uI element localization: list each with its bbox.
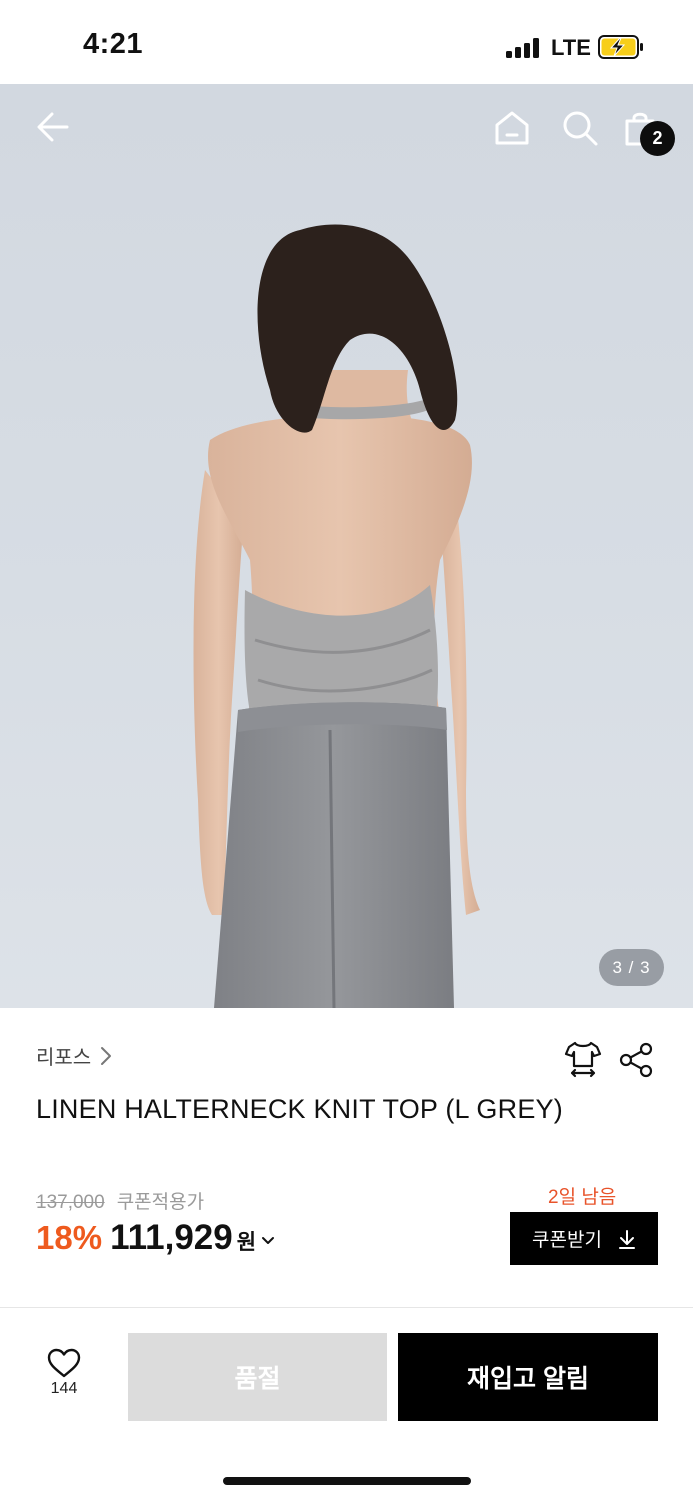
cell-signal-icon <box>506 38 540 58</box>
battery-charging-icon <box>598 35 643 59</box>
arrow-left-icon <box>37 112 69 142</box>
soldout-button: 품절 <box>128 1333 387 1421</box>
price-detail-toggle[interactable]: 18% 111,929 원 <box>36 1218 276 1258</box>
product-name: LINEN HALTERNECK KNIT TOP (L GREY) <box>36 1094 563 1124</box>
get-coupon-button[interactable]: 쿠폰받기 <box>510 1212 658 1265</box>
like-count: 144 <box>50 1380 78 1397</box>
get-coupon-label: 쿠폰받기 <box>532 1230 602 1251</box>
network-type: LTE <box>551 35 591 60</box>
search-icon <box>563 111 598 146</box>
page-indicator: 3 / 3 <box>599 949 664 986</box>
download-icon <box>618 1229 635 1249</box>
back-button[interactable] <box>30 104 76 150</box>
sale-price: 111,929 <box>110 1218 233 1257</box>
product-photo <box>193 224 480 1008</box>
home-indicator <box>223 1477 471 1485</box>
status-time: 4:21 <box>83 28 144 60</box>
restock-alert-button[interactable]: 재입고 알림 <box>398 1333 658 1421</box>
currency-unit: 원 <box>236 1231 257 1254</box>
status-bar: 4:21 LTE <box>0 0 693 84</box>
original-price: 137,000 <box>36 1192 105 1213</box>
cart-count-badge: 2 <box>640 121 675 156</box>
product-image-gallery[interactable]: 3 / 3 <box>0 84 693 1008</box>
search-button[interactable] <box>558 106 602 150</box>
brand-name: 리포스 <box>36 1047 92 1069</box>
chevron-down-icon <box>262 1237 275 1244</box>
like-button[interactable]: 144 <box>36 1348 92 1398</box>
share-icon[interactable] <box>618 1041 656 1079</box>
original-price-row: 137,000 쿠폰적용가 <box>36 1187 204 1214</box>
coupon-price-label: 쿠폰적용가 <box>116 1192 205 1213</box>
soldout-label: 품절 <box>234 1365 281 1393</box>
brand-link[interactable]: 리포스 <box>36 1041 115 1070</box>
heart-icon <box>47 1348 81 1378</box>
tshirt-size-icon[interactable] <box>563 1039 603 1079</box>
divider <box>0 1307 693 1308</box>
coupon-days-left: 2일 남음 <box>548 1187 617 1208</box>
discount-rate: 18% <box>36 1219 103 1256</box>
restock-alert-label: 재입고 알림 <box>467 1365 589 1393</box>
home-button[interactable] <box>490 106 534 150</box>
chevron-right-icon <box>101 1046 112 1065</box>
home-icon <box>495 111 529 145</box>
